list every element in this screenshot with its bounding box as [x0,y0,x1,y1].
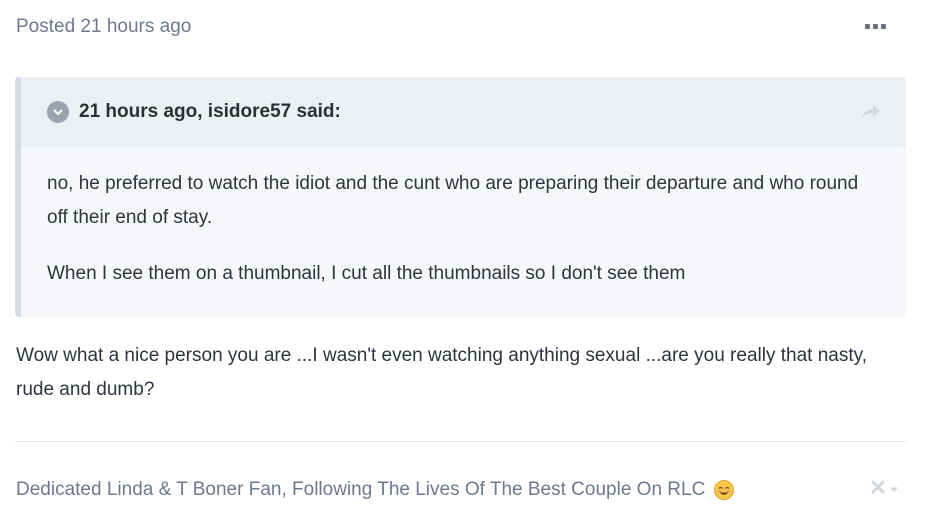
reply-text: Wow what a nice person you are ...I wasn… [16,345,867,400]
signature-options-button[interactable] [871,480,899,499]
quote-paragraph: no, he preferred to watch the idiot and … [47,173,859,228]
signature-divider [15,441,907,442]
caret-down-icon [889,481,899,499]
quote-content: no, he preferred to watch the idiot and … [21,147,906,291]
quote-citation[interactable]: 21 hours ago, isidore57 said: [79,101,341,123]
chevron-down-circle-icon[interactable] [47,101,69,123]
signature-text: Dedicated Linda & T Boner Fan, Following… [16,479,706,500]
ellipsis-icon [864,23,870,29]
quote-block: 21 hours ago, isidore57 said: no, he pre… [15,77,906,317]
quote-header: 21 hours ago, isidore57 said: [21,77,906,147]
more-options-button[interactable] [858,14,892,38]
ellipsis-dot [880,23,886,29]
signature: Dedicated Linda & T Boner Fan, Following… [16,477,735,503]
ellipsis-dot [872,23,878,29]
close-icon [871,480,885,499]
quote-paragraph: When I see them on a thumbnail, I cut al… [47,263,686,284]
post-timestamp: Posted 21 hours ago [16,16,192,37]
share-arrow-icon[interactable] [860,102,882,122]
smiling-face-emoji [714,480,735,500]
